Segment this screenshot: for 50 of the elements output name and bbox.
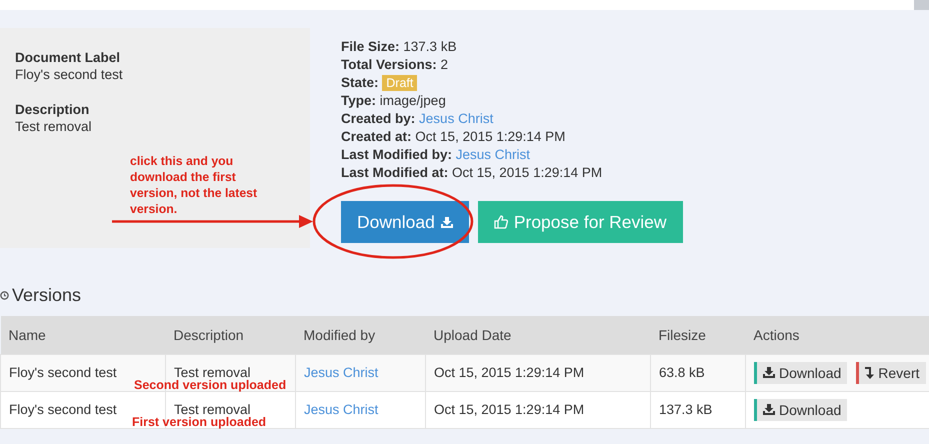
annotation-text: click this and you download the first version, not the latest version. <box>130 153 258 217</box>
field-label: Total Versions: <box>341 57 437 72</box>
download-icon <box>763 367 775 378</box>
table-cell: Floy's second test <box>9 365 117 380</box>
table-cell: 63.8 kB <box>659 365 705 380</box>
status-badge: Draft <box>382 75 418 91</box>
revert-button[interactable]: Revert <box>856 362 926 384</box>
table-cell: Test removal <box>174 402 251 417</box>
user-link[interactable]: Jesus Christ <box>456 147 530 162</box>
scrollbar[interactable] <box>914 0 929 10</box>
thumbs-up-icon <box>494 215 508 229</box>
field-value: Oct 15, 2015 1:29:14 PM <box>415 129 566 144</box>
column-header: Description <box>166 316 296 354</box>
table-cell: Floy's second test <box>9 402 117 417</box>
field-value: 2 <box>440 57 448 72</box>
field-label: Last Modified at: <box>341 165 448 180</box>
annotation-text: First version uploaded <box>132 414 266 428</box>
field-label: Document Label <box>15 50 122 65</box>
column-header: Upload Date <box>426 316 650 354</box>
column-header: Filesize <box>650 316 746 354</box>
field-value: Oct 15, 2015 1:29:14 PM <box>452 165 602 180</box>
field-label: Description <box>15 102 90 117</box>
field-value: Test removal <box>15 119 93 134</box>
field-label: Created at: <box>341 129 412 144</box>
download-icon <box>763 404 775 415</box>
column-header: Name <box>0 316 166 354</box>
field-label: Type: <box>341 93 376 108</box>
field-value: Floy's second test <box>15 67 124 82</box>
table-cell: 137.3 kB <box>659 402 712 417</box>
download-button[interactable]: Download <box>754 362 848 384</box>
field-label: File Size: <box>341 39 400 54</box>
field-label: Created by: <box>341 111 416 126</box>
table-cell: Oct 15, 2015 1:29:14 PM <box>434 365 584 380</box>
field-label: State: <box>341 75 379 90</box>
download-button[interactable]: Download <box>754 398 848 420</box>
field-value: image/jpeg <box>380 93 446 108</box>
annotation-text: Second version uploaded <box>134 378 286 392</box>
download-button[interactable]: Download <box>341 201 469 243</box>
history-icon <box>0 290 9 300</box>
column-header: Modified by <box>296 316 426 354</box>
download-icon <box>440 216 453 228</box>
table-cell: Oct 15, 2015 1:29:14 PM <box>434 402 584 417</box>
arrow-down-icon <box>865 366 874 378</box>
field-label: Last Modified by: <box>341 147 452 162</box>
propose-review-button[interactable]: Propose for Review <box>478 201 683 243</box>
column-header: Actions <box>746 316 929 354</box>
table-cell: Test removal <box>174 365 251 380</box>
user-link[interactable]: Jesus Christ <box>419 111 494 126</box>
section-title: Versions <box>12 284 82 306</box>
field-value: 137.3 kB <box>403 39 457 54</box>
